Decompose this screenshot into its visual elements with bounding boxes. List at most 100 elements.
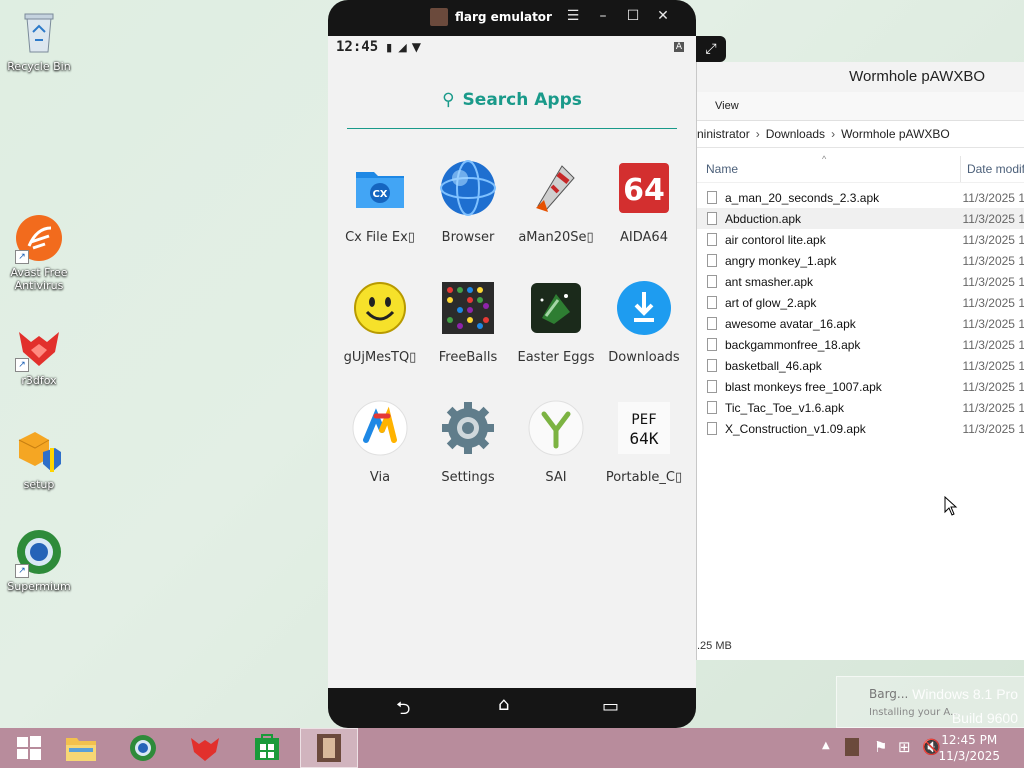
file-date: 11/3/2025 1 — [962, 400, 1024, 415]
file-row[interactable]: a_man_20_seconds_2.3.apk 11/3/2025 1 — [697, 187, 1024, 208]
desktop-icon-label: Supermium — [7, 580, 71, 593]
desktop-icon-r3dfox[interactable]: ↗ r3dfox — [1, 322, 77, 387]
file-row[interactable]: X_Construction_v1.09.apk 11/3/2025 1 — [697, 418, 1024, 439]
app-grid: CX Cx File Ex▯ Browser aMan20Se▯ 64 AIDA… — [336, 158, 688, 518]
column-header-date[interactable]: Date modif — [961, 156, 1024, 182]
explorer-ribbon: View — [697, 92, 1024, 121]
file-date: 11/3/2025 1 — [962, 274, 1024, 289]
fullscreen-expand-icon[interactable]: ⤢ — [696, 36, 726, 62]
file-name: a_man_20_seconds_2.3.apk — [725, 190, 880, 205]
app-portable-c64[interactable]: PEF 64K Portable_C▯ — [600, 398, 688, 518]
file-row[interactable]: awesome avatar_16.apk 11/3/2025 1 — [697, 313, 1024, 334]
file-row[interactable]: ant smasher.apk 11/3/2025 1 — [697, 271, 1024, 292]
back-icon[interactable]: ⮌ — [396, 696, 410, 726]
file-row[interactable]: basketball_46.apk 11/3/2025 1 — [697, 355, 1024, 376]
taskbar-supermium[interactable] — [114, 728, 172, 768]
flarg-logo-icon — [430, 8, 448, 26]
file-explorer-window: Wormhole pAWXBO View ninistrator › Downloa… — [696, 62, 1024, 660]
document-icon — [707, 191, 717, 204]
file-name: awesome avatar_16.apk — [725, 316, 856, 331]
file-name: angry monkey_1.apk — [725, 253, 837, 268]
breadcrumb-item[interactable]: Downloads — [766, 127, 825, 141]
supermium-icon: ↗ — [15, 528, 63, 578]
file-name: blast monkeys free_1007.apk — [725, 379, 882, 394]
search-underline — [347, 128, 677, 129]
file-row[interactable]: art of glow_2.apk 11/3/2025 1 — [697, 292, 1024, 313]
breadcrumb[interactable]: ninistrator › Downloads › Wormhole pAWXBO — [697, 121, 1024, 148]
taskbar-file-explorer[interactable] — [52, 728, 110, 768]
file-row[interactable]: Abduction.apk 11/3/2025 1 — [697, 208, 1024, 229]
taskbar-clock[interactable]: 12:45 PM 11/3/2025 — [938, 732, 1000, 764]
minimize-icon[interactable]: – — [593, 8, 613, 24]
file-row[interactable]: backgammonfree_18.apk 11/3/2025 1 — [697, 334, 1024, 355]
menu-icon[interactable]: ☰ — [563, 8, 583, 24]
taskbar-flarg-emulator[interactable] — [300, 728, 358, 768]
file-name: X_Construction_v1.09.apk — [725, 421, 866, 436]
maximize-icon[interactable]: ☐ — [623, 8, 643, 24]
downloads-icon — [616, 280, 672, 336]
taskbar-r3dfox[interactable] — [176, 728, 234, 768]
document-icon — [707, 317, 717, 330]
recycle-bin-icon — [15, 8, 63, 56]
document-icon — [707, 380, 717, 393]
close-icon[interactable]: ✕ — [653, 8, 673, 24]
desktop-icon-avast[interactable]: ↗ Avast Free Antivirus — [1, 214, 77, 292]
app-aman20seconds[interactable]: aMan20Se▯ — [512, 158, 600, 278]
app-settings[interactable]: Settings — [424, 398, 512, 518]
file-row[interactable]: angry monkey_1.apk 11/3/2025 1 — [697, 250, 1024, 271]
smiley-icon — [352, 280, 408, 336]
shortcut-arrow-icon: ↗ — [15, 564, 29, 578]
action-center-flag-icon[interactable]: ⚑ — [874, 738, 887, 756]
app-label: AIDA64 — [620, 230, 668, 245]
app-freeballs[interactable]: FreeBalls — [424, 278, 512, 398]
windows-watermark-build: Build 9600 — [951, 710, 1018, 726]
file-row[interactable]: air contorol lite.apk 11/3/2025 1 — [697, 229, 1024, 250]
column-header-name[interactable]: Name ^ — [697, 154, 961, 182]
document-icon — [707, 359, 717, 372]
file-date: 11/3/2025 1 — [962, 190, 1024, 205]
file-row[interactable]: Tic_Tac_Toe_v1.6.apk 11/3/2025 1 — [697, 397, 1024, 418]
file-name: Tic_Tac_Toe_v1.6.apk — [725, 400, 844, 415]
document-icon — [707, 212, 717, 225]
app-downloads[interactable]: Downloads — [600, 278, 688, 398]
file-date: 11/3/2025 1 — [962, 211, 1024, 226]
network-icon[interactable]: ⊞ — [898, 738, 911, 756]
document-icon — [707, 422, 717, 435]
app-gujmestq[interactable]: gUjMesTQ▯ — [336, 278, 424, 398]
breadcrumb-item[interactable]: ninistrator — [697, 127, 750, 141]
flarg-emulator-icon — [317, 734, 341, 762]
file-row[interactable]: blast monkeys free_1007.apk 11/3/2025 1 — [697, 376, 1024, 397]
breadcrumb-item[interactable]: Wormhole pAWXBO — [841, 127, 950, 141]
ribbon-tab-view[interactable]: View — [715, 100, 739, 112]
start-button[interactable] — [0, 728, 58, 768]
toast-text: Installing your A... — [869, 707, 960, 718]
app-cx-file-explorer[interactable]: CX Cx File Ex▯ — [336, 158, 424, 278]
app-label: Browser — [441, 230, 495, 245]
app-label: SAI — [545, 470, 567, 485]
recents-icon[interactable]: ▭ — [602, 696, 619, 717]
app-easter-eggs[interactable]: Easter Eggs — [512, 278, 600, 398]
desktop-icon-label: Avast Free Antivirus — [10, 266, 68, 292]
taskbar-store[interactable] — [238, 728, 296, 768]
shortcut-arrow-icon: ↗ — [15, 250, 29, 264]
search-apps-button[interactable]: ⚲ Search Apps — [328, 90, 696, 110]
keyboard-indicator-icon: A — [673, 42, 684, 52]
file-list: a_man_20_seconds_2.3.apk 11/3/2025 1 Abdu… — [697, 187, 1024, 439]
desktop-icon-supermium[interactable]: ↗ Supermium — [1, 528, 77, 593]
app-sai[interactable]: SAI — [512, 398, 600, 518]
app-browser[interactable]: Browser — [424, 158, 512, 278]
tray-flarg-icon[interactable] — [845, 738, 859, 756]
app-via[interactable]: Via — [336, 398, 424, 518]
app-aida64[interactable]: 64 AIDA64 — [600, 158, 688, 278]
desktop-icon-recycle-bin[interactable]: Recycle Bin — [1, 8, 77, 73]
desktop-icon-setup[interactable]: setup — [1, 426, 77, 491]
explorer-title: Wormhole pAWXBO — [697, 62, 1024, 92]
show-hidden-icons-icon[interactable]: ▲ — [822, 740, 830, 751]
app-label: Cx File Ex▯ — [345, 230, 415, 245]
file-name: basketball_46.apk — [725, 358, 822, 373]
home-icon[interactable]: ⌂ — [498, 694, 509, 715]
document-icon — [707, 233, 717, 246]
file-date: 11/3/2025 1 — [962, 316, 1024, 331]
r3dfox-icon: ↗ — [15, 322, 63, 372]
search-icon: ⚲ — [442, 90, 455, 110]
